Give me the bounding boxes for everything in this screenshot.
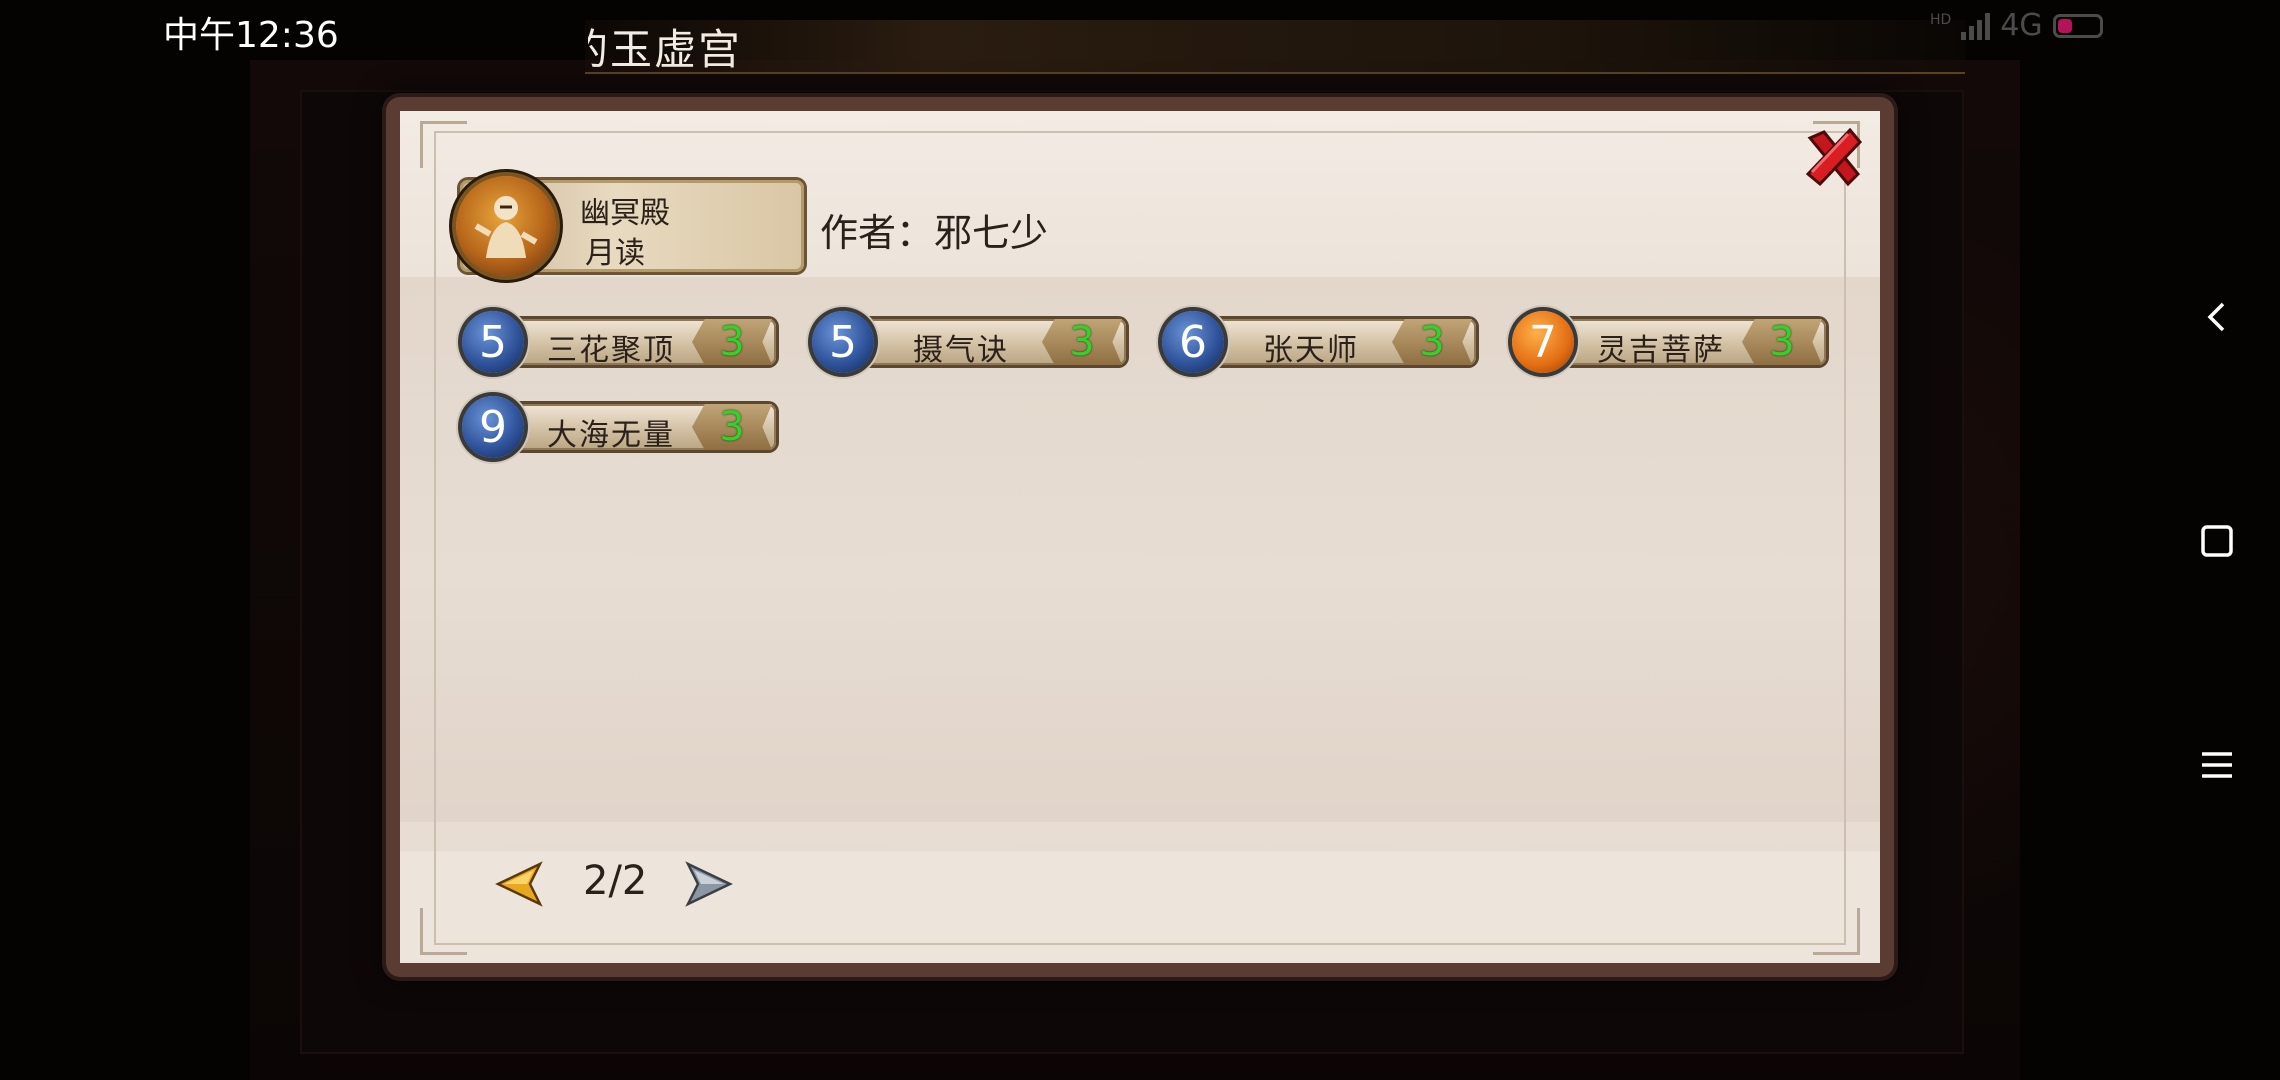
skill-count: 3	[1042, 319, 1122, 365]
skill-name: 摄气诀	[913, 333, 1009, 368]
network-type: 4G	[2000, 8, 2043, 43]
back-nav-icon[interactable]	[2190, 290, 2244, 344]
frame-corner-decoration	[420, 908, 467, 955]
skill-name: 三花聚顶	[547, 333, 675, 368]
frame-corner-decoration	[1813, 908, 1860, 955]
skill-name: 灵吉菩萨	[1597, 333, 1725, 368]
sect-emblem-icon	[456, 176, 556, 276]
arrow-left-icon	[495, 861, 543, 907]
next-page-button[interactable]	[682, 858, 734, 910]
scene-title: 的玉虚宫	[588, 16, 742, 77]
battery-icon	[2052, 13, 2103, 38]
skill-count: 3	[1742, 319, 1822, 365]
scene-title-prefix: 的	[588, 16, 610, 77]
home-nav-icon[interactable]	[2190, 514, 2244, 568]
skill-level-badge: 6	[1162, 311, 1224, 373]
skill-chip[interactable]: 5 三花聚顶 3	[452, 311, 780, 373]
skill-name: 大海无量	[547, 418, 675, 453]
status-indicators: HD 4G	[1930, 8, 2103, 43]
hd-label: HD	[1930, 11, 1952, 28]
previous-page-button[interactable]	[494, 858, 546, 910]
close-icon	[1805, 127, 1863, 187]
scene-title-text: 玉虚宫	[610, 25, 743, 74]
sect-name: 幽冥殿	[580, 196, 670, 231]
skill-chip[interactable]: 9 大海无量 3	[452, 396, 780, 458]
menu-nav-icon[interactable]	[2190, 738, 2244, 792]
skill-count: 3	[1392, 319, 1472, 365]
frame-corner-decoration	[420, 121, 467, 168]
sect-badge: 幽冥殿 月读	[456, 176, 804, 276]
sect-role: 月读	[585, 236, 645, 271]
skill-level-badge: 5	[812, 311, 874, 373]
skill-count: 3	[692, 319, 772, 365]
scene-title-bar	[585, 20, 1965, 74]
skill-chip[interactable]: 7 灵吉菩萨 3	[1502, 311, 1830, 373]
skill-level-badge: 9	[462, 396, 524, 458]
arrow-right-icon	[685, 861, 733, 907]
author-label: 作者：邪七少	[820, 211, 1049, 255]
skill-name: 张天师	[1263, 333, 1359, 368]
signal-icon	[1961, 12, 1991, 40]
skill-chip[interactable]: 6 张天师 3	[1152, 311, 1480, 373]
close-button[interactable]	[1798, 122, 1868, 192]
page-indicator: 2/2	[583, 858, 648, 904]
skill-level-badge: 5	[462, 311, 524, 373]
status-time: 中午12:36	[163, 15, 339, 56]
skill-count: 3	[692, 404, 772, 450]
skill-level-badge: 7	[1512, 311, 1574, 373]
skill-chip[interactable]: 5 摄气诀 3	[802, 311, 1130, 373]
